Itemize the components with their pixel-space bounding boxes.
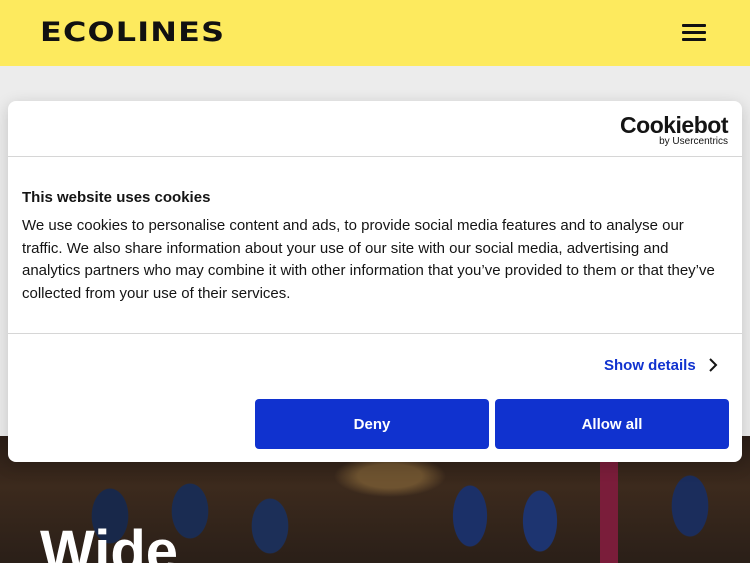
deny-button[interactable]: Deny <box>255 399 489 449</box>
site-header: ECOLINES <box>0 0 750 66</box>
cookiebot-logo: Cookiebot by Usercentrics <box>620 113 728 147</box>
ecolines-logo[interactable]: ECOLINES <box>40 16 225 50</box>
cookiebot-brand-sub: by Usercentrics <box>659 136 728 147</box>
cookie-dialog-body: We use cookies to personalise content an… <box>22 217 715 302</box>
dialog-divider-bottom <box>8 333 742 334</box>
cookie-dialog-title: This website uses cookies <box>22 189 211 206</box>
allow-all-button[interactable]: Allow all <box>495 399 729 449</box>
chevron-right-icon[interactable] <box>708 357 718 375</box>
cookie-consent-dialog: Cookiebot by Usercentrics This website u… <box>8 101 742 462</box>
dialog-divider-top <box>8 156 742 157</box>
cookiebot-brand-name: Cookiebot <box>620 112 728 138</box>
show-details-link[interactable]: Show details <box>604 357 696 375</box>
hero-title: Wide <box>40 519 179 563</box>
hamburger-menu-icon[interactable] <box>680 22 708 44</box>
